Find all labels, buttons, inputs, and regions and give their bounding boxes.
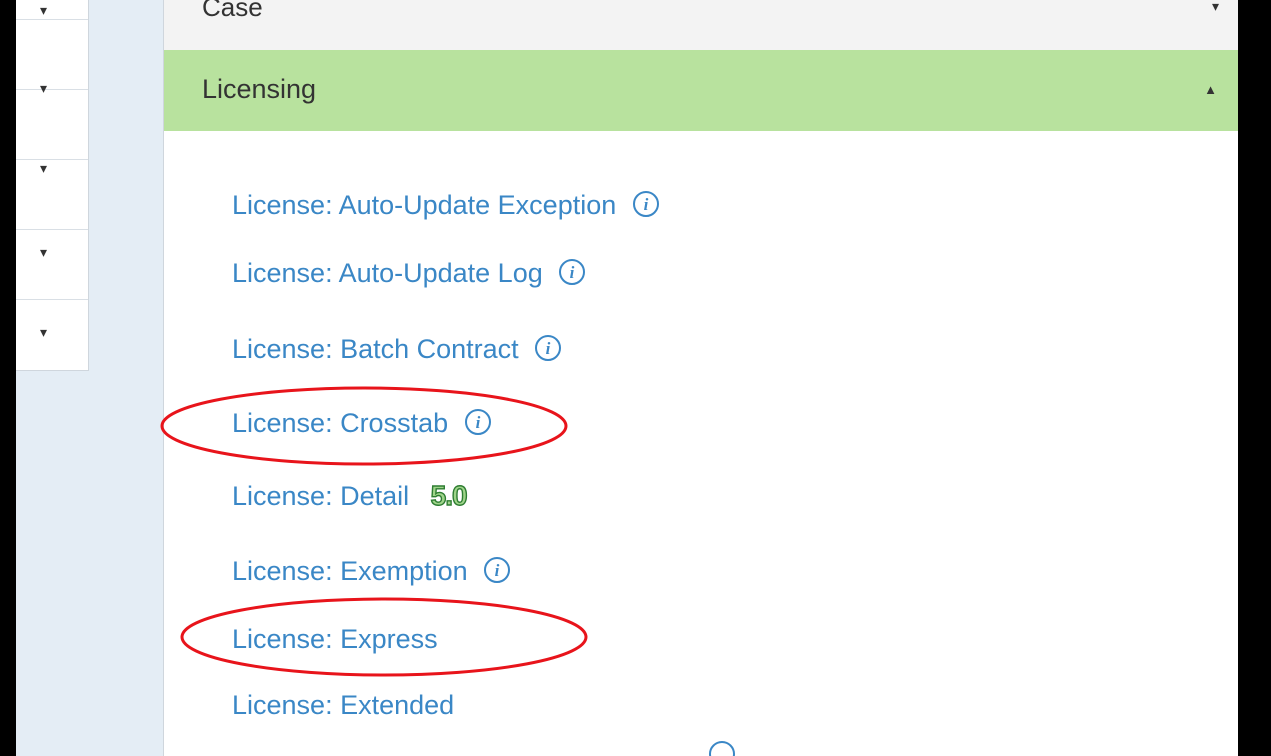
report-link-label[interactable]: License: Batch Contract (232, 334, 519, 364)
sidebar-row[interactable]: ▾ (16, 20, 88, 96)
page-background: ▾ ▾ ▾ ▾ ▾ Case ▾ Licensing ▲ License: Au… (16, 0, 1238, 756)
sidebar-row[interactable]: ▾ (16, 160, 88, 260)
svg-text:i: i (495, 561, 500, 580)
info-icon[interactable]: i (534, 334, 562, 362)
report-link-label[interactable]: License: Auto-Update Log (232, 258, 543, 288)
info-icon[interactable]: i (558, 258, 586, 286)
sidebar-row[interactable]: ▾ (16, 0, 88, 20)
info-icon[interactable]: i (464, 408, 492, 436)
report-link-crosstab[interactable]: License: Crosstab i (232, 408, 492, 439)
accordion-header-label: Licensing (202, 74, 317, 104)
report-link-auto-update-log[interactable]: License: Auto-Update Log i (232, 258, 586, 289)
report-link-detail[interactable]: License: Detail 5.0 (232, 479, 468, 512)
info-icon[interactable]: i (632, 190, 660, 218)
report-link-auto-update-exception[interactable]: License: Auto-Update Exception i (232, 190, 660, 221)
chevron-down-icon[interactable]: ▾ (1212, 0, 1219, 15)
report-link-express[interactable]: License: Express (232, 624, 438, 655)
report-category-panel: Case ▾ Licensing ▲ License: Auto-Update … (163, 0, 1238, 756)
chevron-up-icon[interactable]: ▲ (1204, 82, 1217, 97)
report-link-label[interactable]: License: Exemption (232, 556, 468, 586)
accordion-header-label: Case (202, 0, 263, 22)
svg-text:i: i (570, 263, 575, 282)
chevron-down-icon[interactable]: ▾ (40, 2, 47, 19)
report-link-label[interactable]: License: Express (232, 624, 438, 654)
svg-text:i: i (546, 339, 551, 358)
svg-text:i: i (643, 195, 648, 214)
svg-text:i: i (475, 413, 480, 432)
chevron-down-icon[interactable]: ▾ (40, 324, 47, 341)
info-icon[interactable] (704, 736, 740, 756)
accordion-header-case[interactable]: Case ▾ (164, 0, 1238, 51)
report-link-extended[interactable]: License: Extended (232, 690, 454, 721)
collapsed-sidebar-panel: ▾ ▾ ▾ ▾ ▾ (16, 0, 89, 371)
sidebar-row[interactable]: ▾ (16, 90, 88, 176)
report-link-exemption[interactable]: License: Exemption i (232, 556, 511, 587)
sidebar-row[interactable]: ▾ (16, 230, 88, 340)
version-badge: 5.0 (430, 479, 468, 511)
report-link-label[interactable]: License: Crosstab (232, 408, 448, 438)
report-link-label[interactable]: License: Auto-Update Exception (232, 190, 616, 220)
report-link-batch-contract[interactable]: License: Batch Contract i (232, 334, 562, 365)
report-link-label[interactable]: License: Extended (232, 690, 454, 720)
report-link-label[interactable]: License: Detail (232, 481, 409, 511)
accordion-header-licensing[interactable]: Licensing ▲ (164, 50, 1238, 131)
info-icon[interactable]: i (483, 556, 511, 584)
